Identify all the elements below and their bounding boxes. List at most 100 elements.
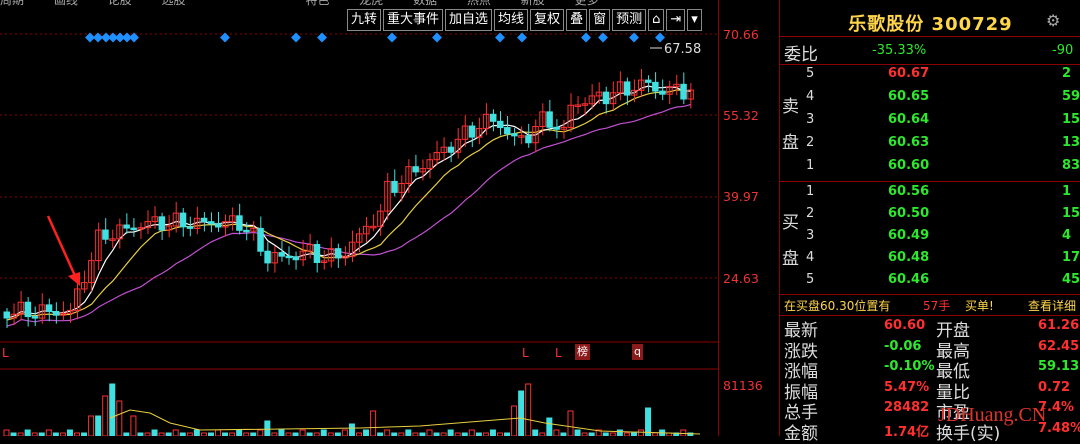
- candle-body: [391, 180, 398, 193]
- candle-body: [553, 126, 560, 130]
- candle-body: [313, 244, 321, 263]
- ma-button[interactable]: 均线: [494, 9, 529, 31]
- volume-bar: [546, 417, 553, 436]
- peak-price-label: 67.58: [664, 42, 701, 57]
- volume-bar: [45, 429, 52, 436]
- volume-bar: [518, 390, 525, 436]
- jiuzhuan-button[interactable]: 九转: [347, 9, 382, 31]
- volume-bar: [384, 429, 391, 436]
- sell-price: 60.63: [888, 135, 930, 150]
- sell-row-2[interactable]: 2 60.63 13: [780, 135, 1080, 157]
- axis-label-2: 55.32: [723, 108, 759, 123]
- volume-bar: [320, 429, 327, 436]
- gear-icon[interactable]: ⚙: [1046, 11, 1060, 30]
- alert-detail-link[interactable]: 查看详细: [1028, 297, 1076, 314]
- volume-bar: [532, 429, 539, 436]
- volume-bar: [193, 429, 200, 436]
- axis-label-4: 24.63: [723, 271, 759, 286]
- buy-volume: 45: [1062, 272, 1080, 287]
- forecast-button[interactable]: 预测: [612, 9, 647, 31]
- major-events-button[interactable]: 重大事件: [383, 9, 444, 31]
- candle-body: [24, 301, 32, 318]
- add-watchlist-button[interactable]: 加自选: [445, 9, 493, 31]
- quote-value: 60.60: [884, 318, 926, 333]
- candle-body: [623, 81, 631, 96]
- volume-bar: [299, 429, 306, 436]
- menu-more[interactable]: 更多: [575, 0, 599, 7]
- candle-body: [207, 221, 215, 225]
- marker-L-2: L: [522, 346, 529, 360]
- volume-chart[interactable]: [0, 368, 718, 436]
- sell-volume: 13: [1062, 135, 1080, 150]
- sell-price: 60.60: [888, 158, 930, 173]
- overlay-button[interactable]: 叠: [566, 9, 588, 31]
- menu-discuss[interactable]: 论股: [108, 0, 132, 7]
- menu-ipo[interactable]: 新股: [521, 0, 545, 7]
- quote-value: 59.13: [1038, 359, 1080, 374]
- buy-row-2[interactable]: 2 60.50 15: [780, 206, 1080, 228]
- buy-volume: 15: [1062, 206, 1080, 221]
- ma20-line: [6, 103, 692, 327]
- volume-bar: [616, 429, 623, 436]
- buy-row-5[interactable]: 5 60.46 45: [780, 272, 1080, 294]
- annotation-arrow-head: [68, 272, 80, 286]
- sell-level: 3: [806, 112, 815, 127]
- menu-data[interactable]: 数据: [413, 0, 437, 7]
- volume-bar: [525, 383, 532, 436]
- window-button[interactable]: 窗: [589, 9, 611, 31]
- quote-value: 62.45: [1038, 338, 1080, 354]
- menu-lhb[interactable]: 龙虎: [359, 0, 383, 7]
- sell-price: 60.67: [888, 66, 930, 81]
- buy-level: 4: [806, 250, 815, 265]
- quote-value: 0.72: [1038, 379, 1071, 395]
- sell-volume: 15: [1062, 112, 1080, 127]
- sell-row-3[interactable]: 3 60.64 15: [780, 112, 1080, 134]
- candle-body: [447, 146, 455, 153]
- sell-price: 60.65: [888, 89, 930, 104]
- candle-body: [680, 83, 687, 100]
- quote-value: 28482: [884, 400, 930, 415]
- menu-select[interactable]: 选股: [162, 0, 186, 7]
- volume-bar: [363, 429, 370, 436]
- sell-row-5[interactable]: 5 60.67 2: [780, 66, 1080, 88]
- marker-L-3: L: [555, 346, 562, 360]
- buy-row-1[interactable]: 1 60.56 1: [780, 184, 1080, 206]
- buy-row-3[interactable]: 3 60.49 4: [780, 228, 1080, 250]
- sell-row-4[interactable]: 4 60.65 59: [780, 89, 1080, 111]
- menu-feature[interactable]: 特色: [305, 0, 329, 7]
- volume-bar: [348, 423, 355, 436]
- candle-body: [525, 135, 532, 144]
- q-badge[interactable]: q: [632, 344, 643, 360]
- volume-bar: [468, 429, 475, 436]
- volume-bar: [3, 429, 10, 436]
- volume-bar: [553, 429, 560, 436]
- candle-body: [130, 227, 137, 231]
- exit-icon[interactable]: ⇥: [666, 9, 686, 31]
- candle-body: [257, 227, 264, 252]
- lock-icon[interactable]: ⌂: [648, 9, 665, 31]
- bang-badge[interactable]: 榜: [575, 344, 590, 360]
- volume-bar: [341, 429, 348, 436]
- quote-value: 61.26: [1038, 318, 1080, 333]
- signal-diamond: [581, 32, 591, 43]
- sell-row-1[interactable]: 1 60.60 83: [780, 158, 1080, 180]
- candle-body: [158, 216, 166, 231]
- buy-price: 60.46: [888, 272, 930, 287]
- volume-bar: [116, 400, 123, 436]
- volume-bar: [645, 407, 652, 436]
- sell-level: 5: [806, 66, 815, 81]
- dropdown-icon[interactable]: ▾: [687, 9, 702, 31]
- adjust-button[interactable]: 复权: [530, 9, 565, 31]
- menu-draw[interactable]: 画线: [54, 0, 78, 7]
- volume-bar: [638, 429, 644, 436]
- candle-body: [504, 127, 511, 135]
- menu-period[interactable]: 周期: [0, 0, 24, 7]
- candle-body: [236, 215, 243, 231]
- sell-volume: 83: [1062, 158, 1080, 173]
- buy-row-4[interactable]: 4 60.48 17: [780, 250, 1080, 272]
- kline-chart-area[interactable]: 周期 画线 论股 选股 特色 龙虎 数据 热点 新股 更多 九转 重大事件 加自…: [0, 0, 718, 436]
- sell-volume: 59: [1062, 89, 1080, 104]
- menu-hot[interactable]: 热点: [467, 0, 491, 7]
- stock-title[interactable]: 乐歌股份 300729: [780, 10, 1080, 36]
- price-chart[interactable]: 67.58: [0, 30, 718, 346]
